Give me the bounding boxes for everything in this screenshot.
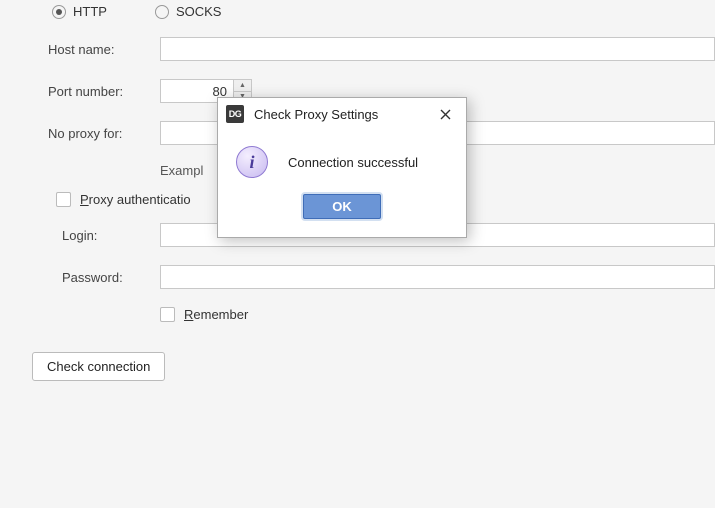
spinner-up-icon[interactable]: ▲	[234, 80, 251, 91]
login-label: Login:	[62, 228, 160, 243]
radio-socks-label: SOCKS	[176, 4, 222, 19]
dialog-body: i Connection successful	[218, 130, 466, 188]
port-label: Port number:	[48, 84, 160, 99]
check-connection-button[interactable]: Check connection	[32, 352, 165, 381]
dialog-actions: OK	[218, 188, 466, 237]
close-icon[interactable]	[434, 103, 456, 125]
radio-icon	[155, 5, 169, 19]
dialog-title: Check Proxy Settings	[254, 107, 434, 122]
password-input[interactable]	[160, 265, 715, 289]
host-label: Host name:	[48, 42, 160, 57]
radio-http[interactable]: HTTP	[52, 4, 107, 19]
host-row: Host name:	[48, 37, 715, 61]
password-label: Password:	[62, 270, 160, 285]
host-input[interactable]	[160, 37, 715, 61]
checkbox-icon	[56, 192, 71, 207]
proxy-type-group: HTTP SOCKS	[52, 4, 715, 19]
info-icon: i	[236, 146, 268, 178]
app-icon: DG	[226, 105, 244, 123]
radio-socks[interactable]: SOCKS	[155, 4, 222, 19]
checkbox-icon	[160, 307, 175, 322]
proxy-auth-label: Proxy authenticatio	[80, 192, 191, 207]
check-proxy-dialog: DG Check Proxy Settings i Connection suc…	[217, 97, 467, 238]
radio-icon	[52, 5, 66, 19]
noproxy-label: No proxy for:	[48, 126, 160, 141]
ok-button[interactable]: OK	[303, 194, 381, 219]
remember-label: Remember	[184, 307, 248, 322]
dialog-titlebar[interactable]: DG Check Proxy Settings	[218, 98, 466, 130]
dialog-message: Connection successful	[288, 155, 418, 170]
remember-checkbox[interactable]: Remember	[160, 307, 715, 322]
password-row: Password:	[48, 265, 715, 289]
radio-http-label: HTTP	[73, 4, 107, 19]
